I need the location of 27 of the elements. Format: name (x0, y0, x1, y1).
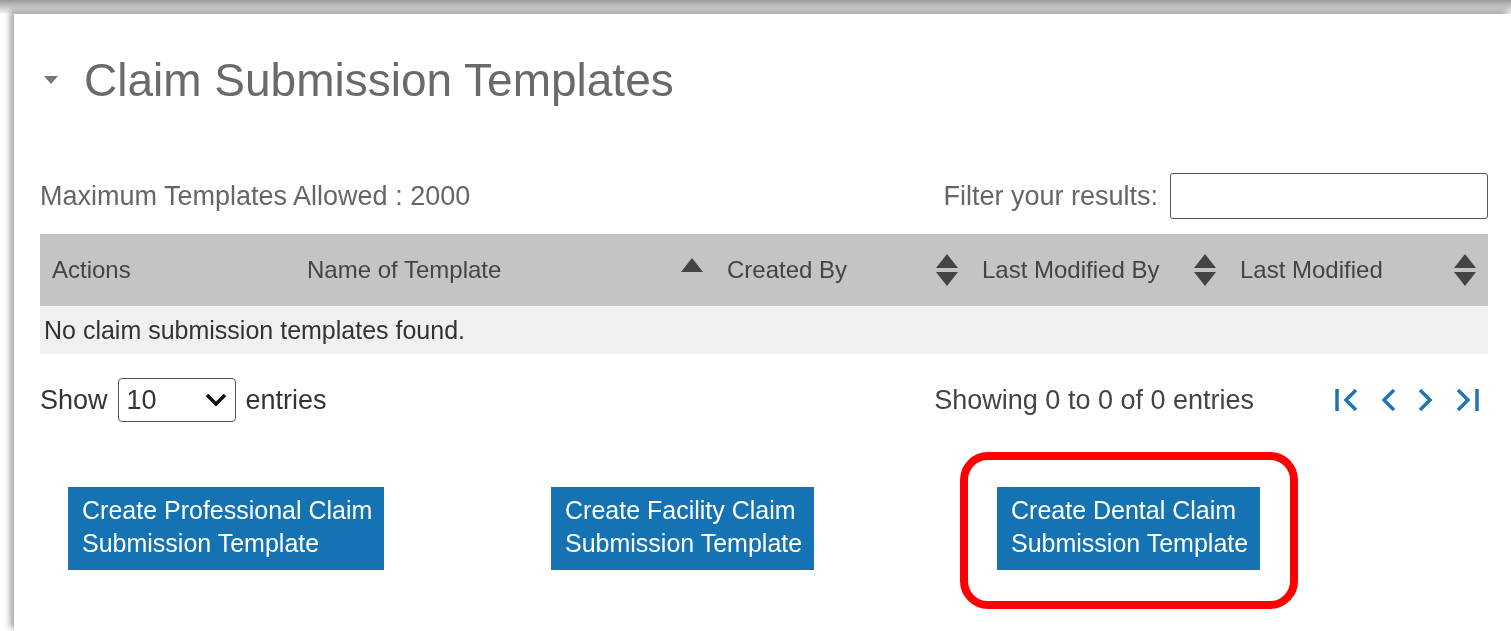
column-header[interactable]: Last Modified (1240, 256, 1383, 284)
sort-icon[interactable] (1194, 253, 1216, 287)
chevron-down-icon (204, 393, 227, 407)
sort-ascending-icon[interactable] (681, 258, 703, 272)
column-header[interactable]: Name of Template (307, 256, 502, 284)
next-page-icon[interactable] (1418, 387, 1432, 413)
create-template-button[interactable]: Create Facility Claim Submission Template (551, 487, 815, 570)
first-page-icon[interactable] (1334, 387, 1360, 413)
max-templates-text: Maximum Templates Allowed : 2000 (40, 180, 471, 212)
entries-info: Showing 0 to 0 of 0 entries (934, 384, 1254, 416)
filter-field[interactable] (1170, 173, 1488, 219)
show-label: Show (40, 384, 108, 416)
section-title: Claim Submission Templates (84, 53, 674, 107)
entries-label: entries (245, 384, 327, 416)
page-size-dropdown[interactable]: 10 (117, 378, 236, 422)
column-header[interactable]: Created By (727, 256, 848, 284)
last-page-icon[interactable] (1454, 387, 1480, 413)
column-header[interactable]: Last Modified By (982, 256, 1160, 284)
previous-page-icon[interactable] (1382, 387, 1396, 413)
caret-icon[interactable] (44, 76, 58, 84)
empty-message: No claim submission templates found. (44, 315, 466, 345)
sort-icon[interactable] (1454, 253, 1476, 287)
sort-icon[interactable] (936, 253, 958, 287)
create-template-button[interactable]: Create Dental Claim Submission Template (997, 487, 1261, 570)
filter-label: Filter your results: (943, 180, 1158, 212)
create-template-button[interactable]: Create Professional Claim Submission Template (68, 487, 385, 570)
column-header[interactable]: Actions (52, 256, 131, 284)
